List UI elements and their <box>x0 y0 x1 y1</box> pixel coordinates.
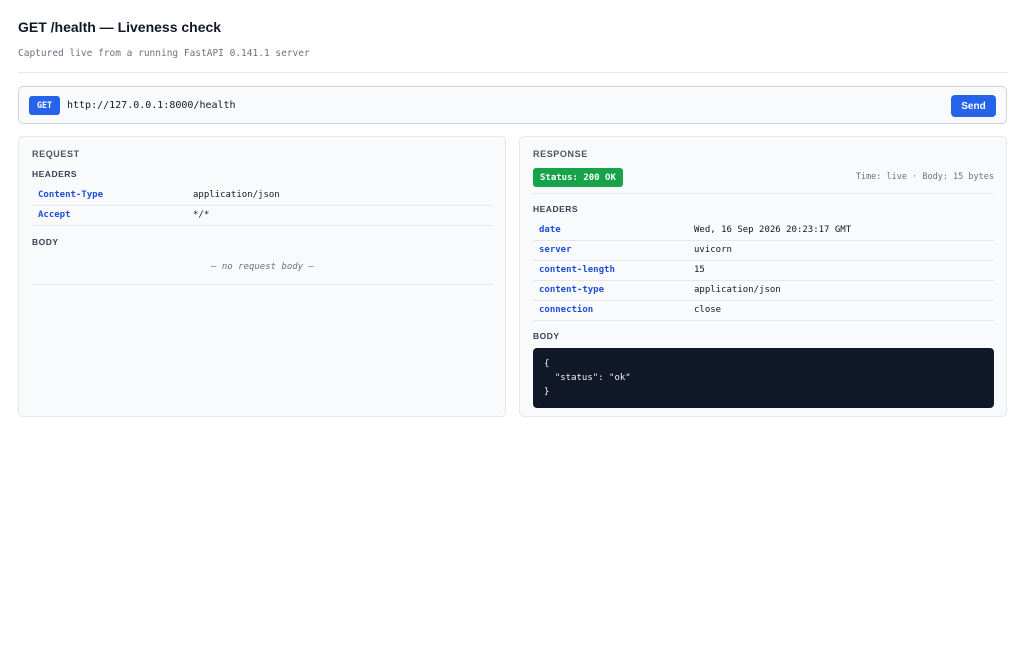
response-body-code: { "status": "ok"} <box>533 347 994 408</box>
panels: REQUEST HEADERS Content-Type application… <box>18 136 1007 417</box>
response-header-row: server uvicorn <box>533 240 994 261</box>
response-header-value: 15 <box>694 260 994 281</box>
response-header-key: date <box>533 220 694 241</box>
request-body-empty: — no request body — <box>32 250 493 285</box>
status-badge: Status: 200 OK <box>533 168 623 187</box>
response-header-key: connection <box>533 300 694 321</box>
code-line: { <box>544 358 550 369</box>
response-panel: RESPONSE Status: 200 OK Time: live · Bod… <box>519 136 1007 417</box>
response-header-value: application/json <box>694 280 994 301</box>
response-header-key: server <box>533 240 694 261</box>
header-divider <box>18 72 1007 73</box>
response-header-value: uvicorn <box>694 240 994 261</box>
request-header-key: Content-Type <box>32 185 193 206</box>
response-header-row: content-type application/json <box>533 280 994 301</box>
page-title: GET /health — Liveness check <box>18 19 222 35</box>
response-header-key: content-type <box>533 280 694 301</box>
response-header-row: content-length 15 <box>533 260 994 281</box>
response-header-row: date Wed, 16 Sep 2026 20:23:17 GMT <box>533 220 994 241</box>
page: GET /health — Liveness check Captured li… <box>18 18 1007 417</box>
response-header-key: content-length <box>533 260 694 281</box>
response-header-value: close <box>694 300 994 321</box>
url-input[interactable]: http://127.0.0.1:8000/health <box>67 99 236 113</box>
response-header-row: connection close <box>533 300 994 321</box>
request-header-row: Accept */* <box>32 205 493 226</box>
request-headers-table: Content-Type application/json Accept */* <box>32 185 493 226</box>
request-body-title: BODY <box>32 236 59 247</box>
code-line: "status": "ok" <box>544 372 631 383</box>
method-badge[interactable]: GET <box>29 96 60 115</box>
request-panel: REQUEST HEADERS Content-Type application… <box>18 136 506 417</box>
response-header-value: Wed, 16 Sep 2026 20:23:17 GMT <box>694 220 994 241</box>
request-header-key: Accept <box>32 205 193 226</box>
response-body-title: BODY <box>533 330 560 341</box>
request-header-value: */* <box>193 205 493 226</box>
response-panel-title: RESPONSE <box>533 149 588 159</box>
response-headers-title: HEADERS <box>533 204 579 214</box>
response-headers-table: date Wed, 16 Sep 2026 20:23:17 GMT serve… <box>533 220 994 321</box>
page-subtitle: Captured live from a running FastAPI 0.1… <box>18 48 310 59</box>
response-meta: Time: live · Body: 15 bytes <box>855 172 994 182</box>
response-status-row: Status: 200 OK Time: live · Body: 15 byt… <box>533 168 994 194</box>
request-header-value: application/json <box>193 185 493 206</box>
request-panel-title: REQUEST <box>32 149 80 159</box>
request-header-row: Content-Type application/json <box>32 185 493 206</box>
request-headers-title: HEADERS <box>32 169 78 179</box>
send-button[interactable]: Send <box>951 95 996 117</box>
code-line: } <box>544 386 550 397</box>
url-bar: GET http://127.0.0.1:8000/health Send <box>18 86 1007 124</box>
